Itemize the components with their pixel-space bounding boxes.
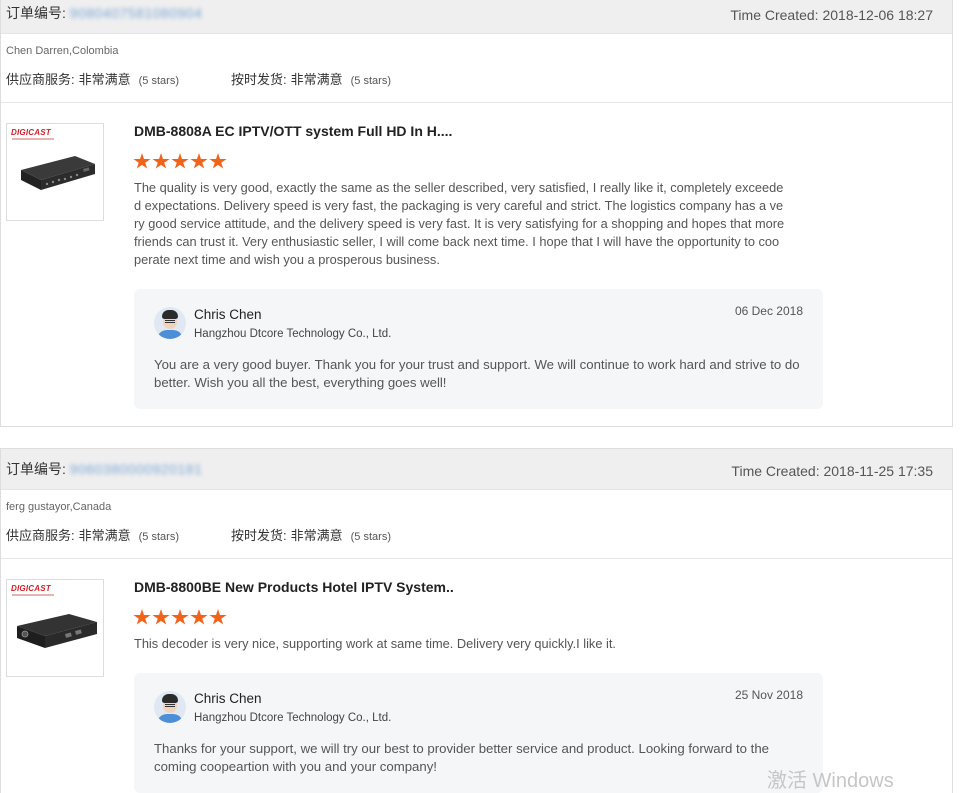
- seller-name: Chris Chen: [194, 307, 262, 322]
- order-number-link[interactable]: 9080407581080904: [70, 5, 203, 21]
- review-star-rating: [133, 153, 228, 171]
- buyer-name: Chen Darren,Colombia: [6, 45, 119, 57]
- order-header: 订单编号: 9060380000920181 Time Created: 201…: [1, 449, 952, 490]
- windows-activation-watermark: 激活 Windows: [767, 770, 894, 792]
- iptv-device-image: [17, 614, 97, 648]
- star-icon: [209, 609, 227, 625]
- order-card: 订单编号: 9080407581080904 Time Created: 201…: [0, 0, 953, 427]
- reply-date: 06 Dec 2018: [734, 304, 803, 318]
- product-title-link[interactable]: DMB-8800BE New Products Hotel IPTV Syste…: [134, 579, 454, 595]
- order-card: 订单编号: 9060380000920181 Time Created: 201…: [0, 448, 953, 793]
- product-title-link[interactable]: DMB-8808A EC IPTV/OTT system Full HD In …: [134, 123, 452, 139]
- iptv-device-image: [21, 156, 95, 190]
- reply-date: 25 Nov 2018: [734, 688, 803, 702]
- reply-text: Thanks for your support, we will try our…: [154, 741, 769, 774]
- digicast-logo: DIGICAST: [11, 128, 51, 137]
- star-icon: [190, 609, 208, 625]
- star-icon: [209, 153, 227, 169]
- seller-reply: Chris Chen Hangzhou Dtcore Technology Co…: [134, 289, 823, 409]
- review-text: This decoder is very nice, supporting wo…: [134, 636, 616, 651]
- time-created: Time Created: 2018-12-06 18:27: [730, 7, 933, 23]
- order-number-label: 订单编号:: [6, 461, 66, 477]
- review-star-rating: [133, 609, 228, 627]
- review-text: The quality is very good, exactly the sa…: [134, 180, 785, 267]
- buyer-name: ferg gustayor,Canada: [6, 501, 112, 513]
- seller-name: Chris Chen: [194, 691, 262, 706]
- digicast-logo: DIGICAST: [11, 584, 51, 593]
- star-icon: [152, 609, 170, 625]
- star-icon: [171, 153, 189, 169]
- buyer-info: ferg gustayor,Canada 供应商服务: 非常满意 (5 stars)…: [1, 490, 952, 559]
- seller-reply: Chris Chen Hangzhou Dtcore Technology Co…: [134, 673, 823, 793]
- time-created: Time Created: 2018-11-25 17:35: [731, 463, 933, 479]
- star-icon: [152, 153, 170, 169]
- star-icon: [133, 153, 151, 169]
- order-number: 订单编号: 9080407581080904: [6, 3, 202, 23]
- seller-company: Hangzhou Dtcore Technology Co., Ltd.: [194, 712, 392, 724]
- order-number-label: 订单编号:: [6, 5, 66, 21]
- order-number-link[interactable]: 9060380000920181: [70, 461, 203, 477]
- seller-avatar: [154, 691, 186, 723]
- supplier-service-rating: 供应商服务: 非常满意 (5 stars): [6, 72, 179, 87]
- buyer-info: Chen Darren,Colombia 供应商服务: 非常满意 (5 stars)…: [1, 34, 952, 103]
- order-header: 订单编号: 9080407581080904 Time Created: 201…: [1, 0, 952, 34]
- on-time-delivery-rating: 按时发货: 非常满意 (5 stars): [231, 72, 391, 87]
- star-icon: [171, 609, 189, 625]
- supplier-service-rating: 供应商服务: 非常满意 (5 stars): [6, 528, 179, 543]
- star-icon: [190, 153, 208, 169]
- product-thumbnail[interactable]: DIGICAST: [6, 123, 104, 221]
- seller-avatar: [154, 307, 186, 339]
- order-number: 订单编号: 9060380000920181: [6, 459, 202, 479]
- on-time-delivery-rating: 按时发货: 非常满意 (5 stars): [231, 528, 391, 543]
- product-thumbnail[interactable]: DIGICAST: [6, 579, 104, 677]
- reply-text: You are a very good buyer. Thank you for…: [154, 357, 800, 390]
- seller-company: Hangzhou Dtcore Technology Co., Ltd.: [194, 328, 392, 340]
- star-icon: [133, 609, 151, 625]
